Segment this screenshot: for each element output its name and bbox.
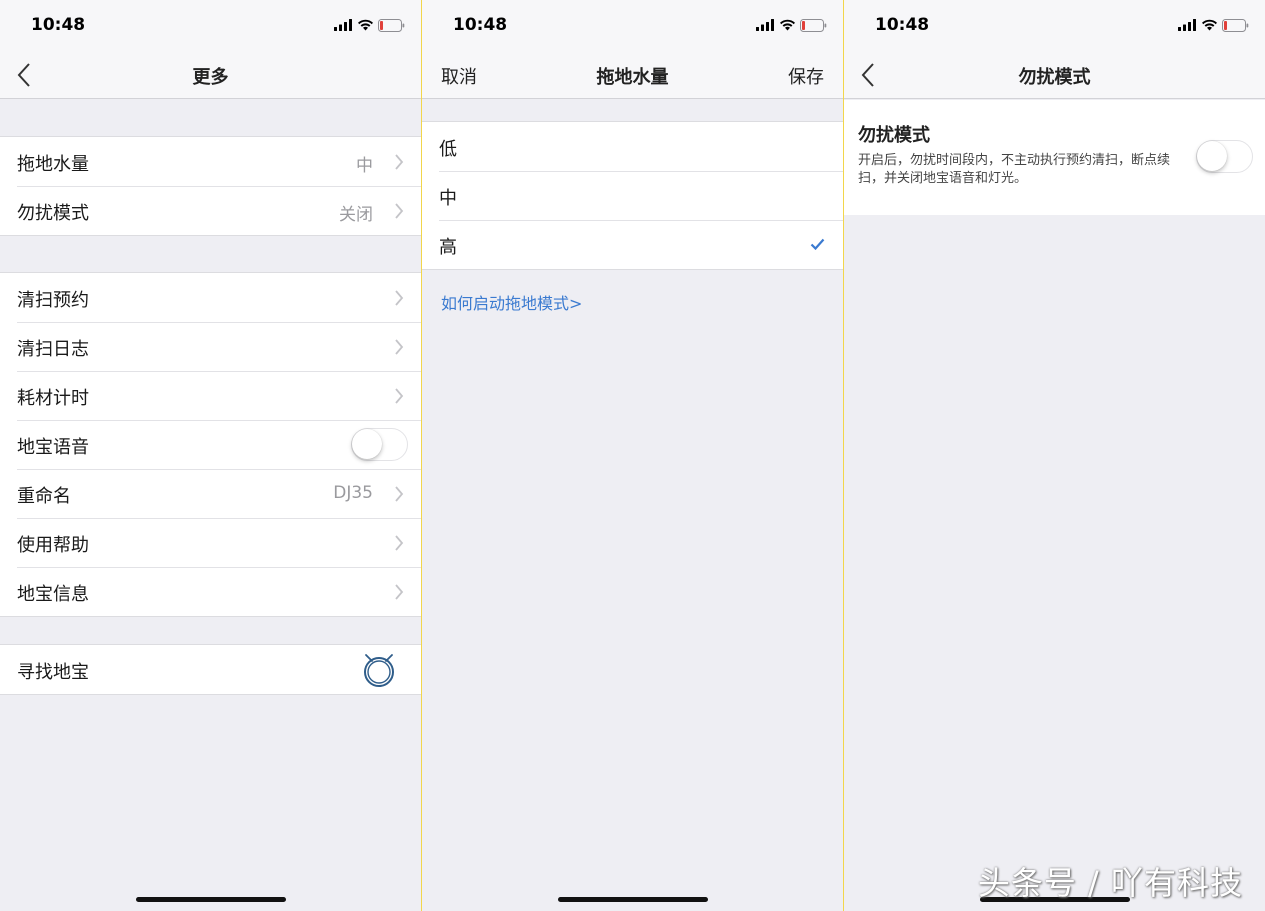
status-time: 10:48 <box>875 15 930 35</box>
status-icons <box>1178 18 1249 32</box>
option-low[interactable]: 低 <box>422 122 843 171</box>
status-time: 10:48 <box>31 15 86 35</box>
option-high[interactable]: 高 <box>422 220 843 269</box>
row-value: 中 <box>356 156 373 176</box>
row-label: 清扫日志 <box>17 339 89 360</box>
row-value: DJ35 <box>333 483 373 503</box>
row-device-info[interactable]: 地宝信息 <box>0 567 421 616</box>
row-label: 勿扰模式 <box>17 203 89 224</box>
chevron-right-icon <box>395 535 404 551</box>
robot-icon[interactable] <box>362 652 396 688</box>
battery-icon <box>1222 18 1249 32</box>
battery-icon <box>378 18 405 32</box>
status-time: 10:48 <box>453 15 508 35</box>
save-button[interactable]: 保存 <box>788 63 824 89</box>
settings-group-2: 清扫预约 清扫日志 耗材计时 地宝语音 重命名 DJ35 使用帮助 地宝信息 <box>0 272 421 617</box>
row-label: 清扫预约 <box>17 290 89 311</box>
chevron-right-icon <box>395 154 404 170</box>
nav-bar: 取消 拖地水量 保存 <box>422 50 843 99</box>
dnd-title: 勿扰模式 <box>858 125 930 146</box>
wifi-icon <box>1202 19 1217 31</box>
wifi-icon <box>780 19 795 31</box>
toggle-knob <box>352 429 382 459</box>
row-consumables[interactable]: 耗材计时 <box>0 371 421 420</box>
dnd-toggle[interactable] <box>1196 140 1253 173</box>
chevron-right-icon <box>395 486 404 502</box>
row-label: 地宝信息 <box>17 584 89 605</box>
settings-group-1: 拖地水量 中 勿扰模式 关闭 <box>0 136 421 236</box>
nav-bar: 更多 <box>0 50 421 99</box>
screen-dnd-mode: 10:48 勿扰模式 勿扰模式 开启后，勿扰时间段内，不主动执行预约清扫，断点续… <box>844 0 1265 911</box>
dnd-description: 开启后，勿扰时间段内，不主动执行预约清扫，断点续扫，并关闭地宝语音和灯光。 <box>858 153 1171 186</box>
row-find-robot[interactable]: 寻找地宝 <box>0 645 421 694</box>
status-icons <box>334 18 405 32</box>
status-bar: 10:48 <box>844 0 1265 50</box>
settings-group-3: 寻找地宝 <box>0 644 421 695</box>
dnd-card: 勿扰模式 开启后，勿扰时间段内，不主动执行预约清扫，断点续扫，并关闭地宝语音和灯… <box>844 100 1265 215</box>
option-label: 低 <box>439 139 457 160</box>
status-bar: 10:48 <box>422 0 843 50</box>
nav-bar: 勿扰模式 <box>844 50 1265 99</box>
row-label: 耗材计时 <box>17 388 89 409</box>
screen-mop-water: 10:48 取消 拖地水量 保存 低 中 高 如何启动拖地模式> <box>422 0 843 911</box>
row-mop-water[interactable]: 拖地水量 中 <box>0 137 421 186</box>
voice-toggle[interactable] <box>351 428 408 461</box>
page-title: 更多 <box>192 67 229 88</box>
row-value: 关闭 <box>339 205 373 225</box>
screen-more: 10:48 更多 拖地水量 中 勿扰模式 关闭 清扫预约 清扫日志 耗材计时 地… <box>0 0 421 911</box>
help-link[interactable]: 如何启动拖地模式> <box>441 290 582 314</box>
page-title: 勿扰模式 <box>1018 67 1091 88</box>
water-level-options: 低 中 高 <box>422 121 843 270</box>
home-indicator[interactable] <box>557 897 708 902</box>
checkmark-icon <box>810 238 825 250</box>
chevron-right-icon <box>395 290 404 306</box>
row-label: 重命名 <box>17 486 71 507</box>
option-label: 高 <box>439 237 457 258</box>
option-medium[interactable]: 中 <box>422 171 843 220</box>
watermark: 头条号 / 吖有科技 <box>977 864 1243 902</box>
home-indicator[interactable] <box>135 897 286 902</box>
row-dnd-mode[interactable]: 勿扰模式 关闭 <box>0 186 421 235</box>
row-voice: 地宝语音 <box>0 420 421 469</box>
row-label: 拖地水量 <box>17 154 89 175</box>
status-icons <box>756 18 827 32</box>
row-label: 地宝语音 <box>17 437 89 458</box>
row-schedule[interactable]: 清扫预约 <box>0 273 421 322</box>
chevron-right-icon <box>395 203 404 219</box>
status-bar: 10:48 <box>0 0 421 50</box>
row-label: 寻找地宝 <box>17 662 89 683</box>
battery-icon <box>800 18 827 32</box>
chevron-right-icon <box>395 584 404 600</box>
row-label: 使用帮助 <box>17 535 89 556</box>
signal-icon <box>756 19 774 31</box>
chevron-right-icon <box>395 388 404 404</box>
row-rename[interactable]: 重命名 DJ35 <box>0 469 421 518</box>
page-title: 拖地水量 <box>596 67 669 88</box>
wifi-icon <box>358 19 373 31</box>
toggle-knob <box>1197 141 1227 171</box>
chevron-right-icon <box>395 339 404 355</box>
row-clean-log[interactable]: 清扫日志 <box>0 322 421 371</box>
row-help[interactable]: 使用帮助 <box>0 518 421 567</box>
option-label: 中 <box>439 188 457 209</box>
signal-icon <box>334 19 352 31</box>
signal-icon <box>1178 19 1196 31</box>
